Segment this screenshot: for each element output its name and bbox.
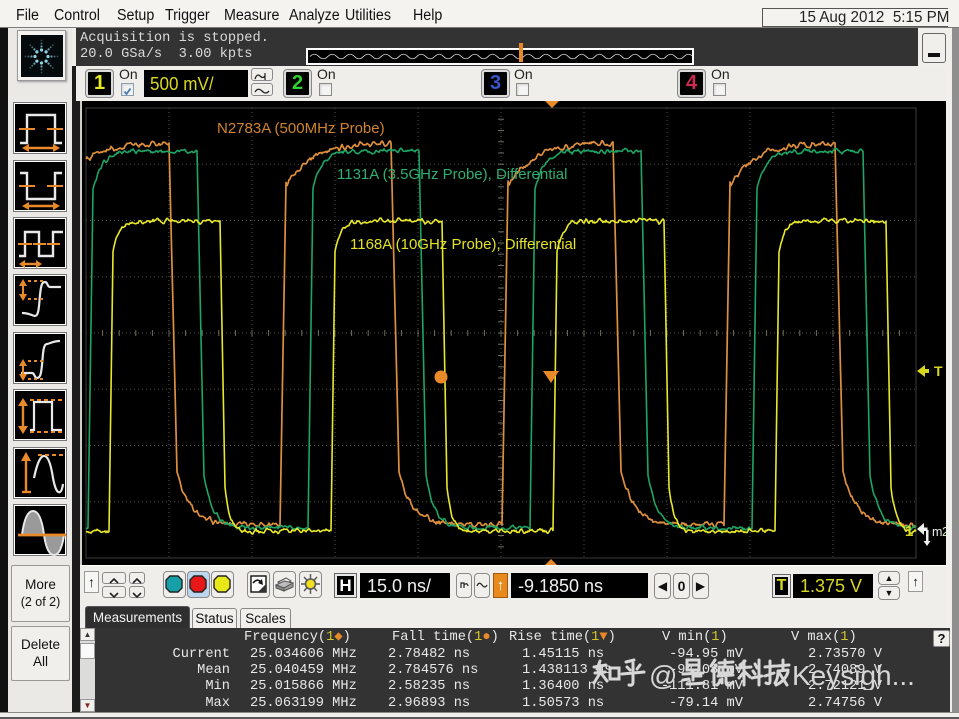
svg-text:T: T [934, 363, 943, 379]
svg-text:1168A (10GHz Probe), Different: 1168A (10GHz Probe), Differential [350, 236, 576, 253]
svg-text:@: @ [649, 660, 677, 690]
svg-text:m: m [932, 525, 942, 539]
svg-text:Keysigh...: Keysigh... [792, 660, 915, 690]
svg-text:N2783A (500MHz Probe): N2783A (500MHz Probe) [217, 120, 385, 137]
svg-text:1131A (3.5GHz Probe), Differen: 1131A (3.5GHz Probe), Differential [337, 166, 567, 183]
svg-text:1: 1 [905, 523, 913, 540]
